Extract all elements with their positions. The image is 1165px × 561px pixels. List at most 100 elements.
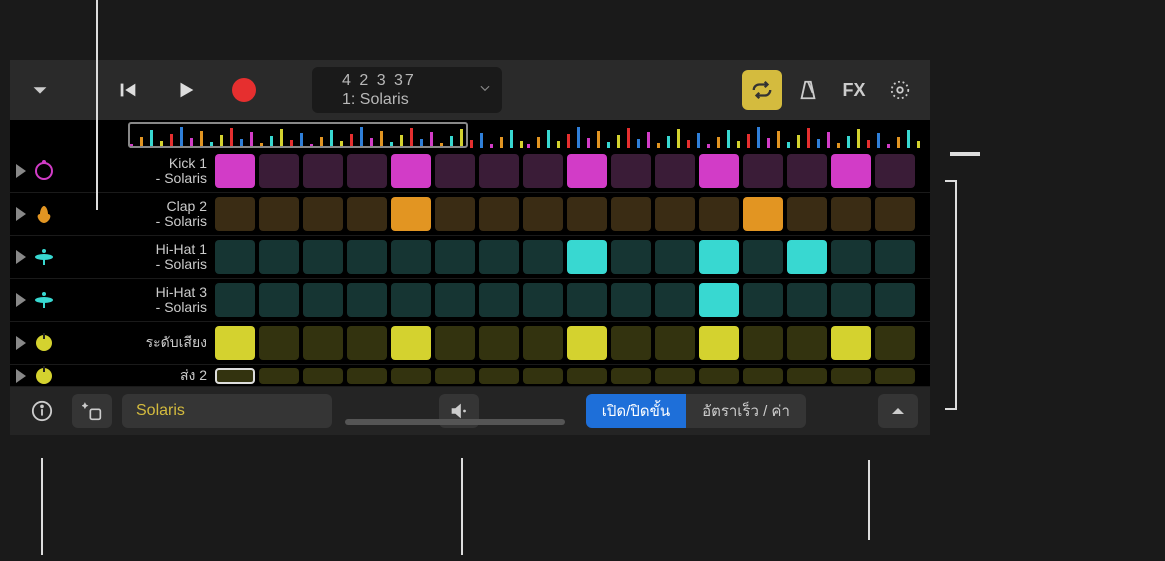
step-cell[interactable] [655,368,695,384]
step-cell[interactable] [259,283,299,317]
track-header[interactable]: Hi-Hat 3 - Solaris [10,285,215,316]
step-cell[interactable] [655,154,695,188]
step-cell[interactable] [611,368,651,384]
step-cell[interactable] [831,283,871,317]
step-cell[interactable] [743,154,783,188]
step-cell[interactable] [523,240,563,274]
step-cell[interactable] [347,240,387,274]
step-cell[interactable] [259,154,299,188]
step-cell[interactable] [743,197,783,231]
step-cell[interactable] [303,240,343,274]
step-cell[interactable] [567,154,607,188]
step-cell[interactable] [699,368,739,384]
step-cell[interactable] [699,240,739,274]
step-cell[interactable] [523,283,563,317]
step-cell[interactable] [215,283,255,317]
step-cell[interactable] [215,326,255,360]
step-cell[interactable] [435,368,475,384]
step-cell[interactable] [611,283,651,317]
step-cell[interactable] [435,326,475,360]
step-cell[interactable] [567,283,607,317]
metronome-button[interactable] [788,70,828,110]
track-header[interactable]: ระดับเสียง [10,331,215,355]
pattern-overview[interactable] [10,120,930,150]
step-cell[interactable] [831,368,871,384]
lcd-display[interactable]: 4 2 3 37 1: Solaris [312,67,502,113]
step-cell[interactable] [479,240,519,274]
track-header[interactable]: Kick 1 - Solaris [10,156,215,187]
step-cell[interactable] [391,154,431,188]
step-cell[interactable] [787,283,827,317]
step-cell[interactable] [215,240,255,274]
step-cell[interactable] [831,197,871,231]
fx-button[interactable]: FX [834,70,874,110]
step-cell[interactable] [611,154,651,188]
step-cell[interactable] [215,197,255,231]
step-cell[interactable] [303,154,343,188]
track-header[interactable]: ส่ง 2 [10,364,215,388]
step-cell[interactable] [347,154,387,188]
step-cell[interactable] [391,326,431,360]
edit-mode-segmented[interactable]: เปิด/ปิดขั้น อัตราเร็ว / ค่า [586,394,806,428]
step-cell[interactable] [875,197,915,231]
step-cell[interactable] [831,326,871,360]
track-play-button[interactable] [16,336,26,350]
step-cell[interactable] [699,283,739,317]
step-cell[interactable] [479,326,519,360]
step-cell[interactable] [435,154,475,188]
step-cell[interactable] [699,197,739,231]
step-cell[interactable] [215,154,255,188]
go-to-start-button[interactable] [108,70,148,110]
step-cell[interactable] [523,154,563,188]
segment-rate-value[interactable]: อัตราเร็ว / ค่า [686,394,806,428]
step-cell[interactable] [567,240,607,274]
step-cell[interactable] [303,197,343,231]
pattern-name-field[interactable]: Solaris [122,394,332,428]
step-cell[interactable] [743,368,783,384]
step-cell[interactable] [743,326,783,360]
track-play-button[interactable] [16,250,26,264]
settings-button[interactable] [880,70,920,110]
horizontal-scroll-indicator[interactable] [345,419,565,425]
magic-wand-button[interactable] [72,394,112,428]
step-cell[interactable] [259,368,299,384]
step-cell[interactable] [567,368,607,384]
step-cell[interactable] [215,368,255,384]
track-play-button[interactable] [16,293,26,307]
menu-dropdown-button[interactable] [20,70,60,110]
step-cell[interactable] [391,197,431,231]
track-header[interactable]: Clap 2 - Solaris [10,199,215,230]
step-cell[interactable] [391,240,431,274]
step-cell[interactable] [831,240,871,274]
step-cell[interactable] [567,326,607,360]
loop-button[interactable] [742,70,782,110]
expand-button[interactable] [878,394,918,428]
step-cell[interactable] [875,283,915,317]
step-cell[interactable] [655,240,695,274]
step-cell[interactable] [875,368,915,384]
step-cell[interactable] [259,197,299,231]
step-cell[interactable] [347,326,387,360]
step-cell[interactable] [743,283,783,317]
step-cell[interactable] [435,197,475,231]
step-cell[interactable] [611,326,651,360]
step-cell[interactable] [875,326,915,360]
step-cell[interactable] [787,368,827,384]
step-cell[interactable] [699,326,739,360]
step-cell[interactable] [391,283,431,317]
step-cell[interactable] [611,197,651,231]
step-cell[interactable] [435,240,475,274]
step-cell[interactable] [303,368,343,384]
step-cell[interactable] [391,368,431,384]
step-cell[interactable] [347,197,387,231]
step-cell[interactable] [523,197,563,231]
info-button[interactable] [22,394,62,428]
track-play-button[interactable] [16,164,26,178]
step-cell[interactable] [479,283,519,317]
step-cell[interactable] [259,240,299,274]
step-cell[interactable] [875,154,915,188]
step-cell[interactable] [787,154,827,188]
step-cell[interactable] [831,154,871,188]
step-cell[interactable] [655,283,695,317]
step-cell[interactable] [523,326,563,360]
